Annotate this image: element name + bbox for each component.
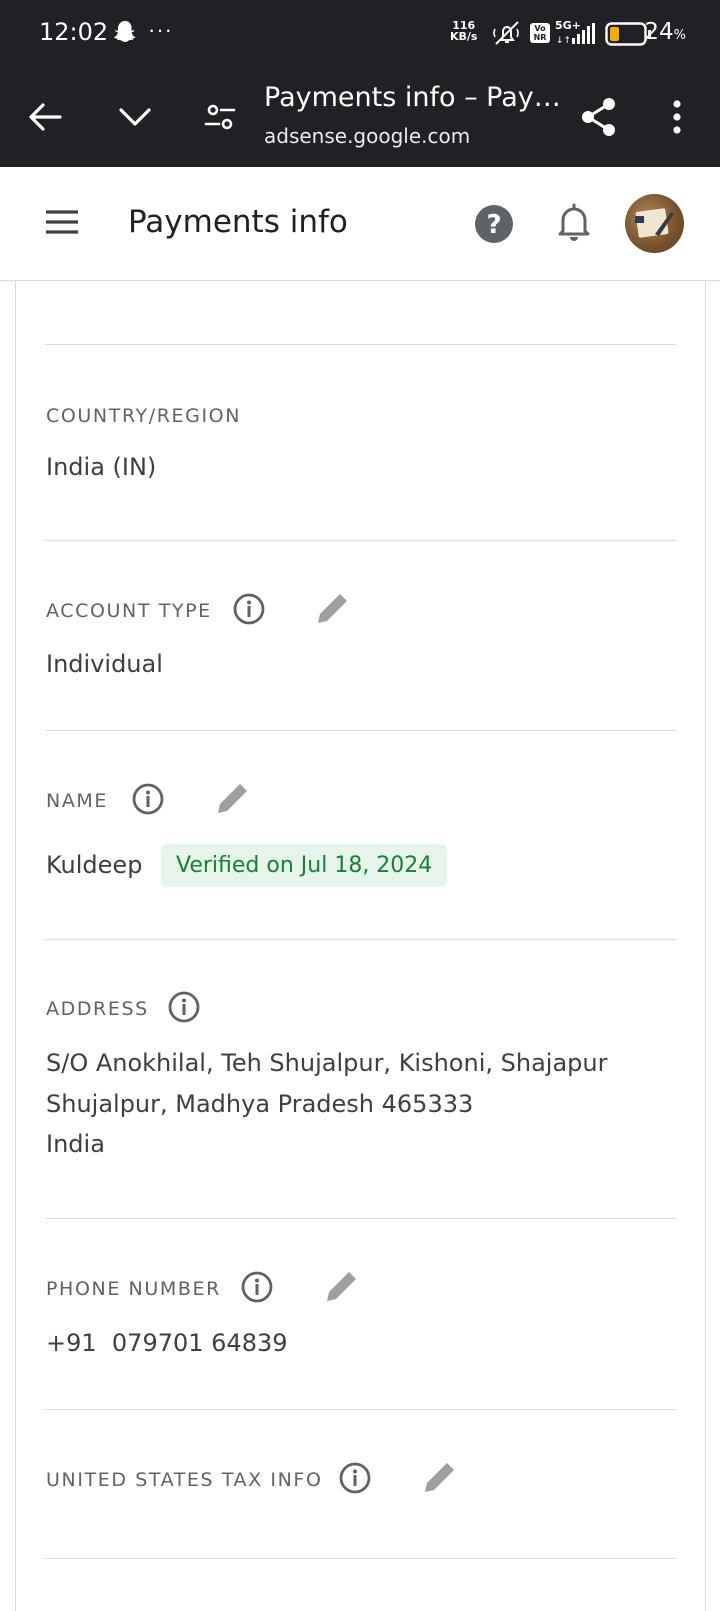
more-notifications-icon: ··· [148,17,173,42]
account-type-label: ACCOUNT TYPE [46,600,212,622]
divider [45,344,676,345]
url-domain[interactable]: adsense.google.com [264,124,470,148]
back-arrow-icon[interactable] [22,66,68,167]
network-speed: 116 KB/s [450,20,477,42]
edit-pencil-icon[interactable] [315,590,351,631]
help-icon[interactable]: ? [474,204,514,249]
address-label: ADDRESS [46,998,149,1020]
country-label: COUNTRY/REGION [46,405,242,427]
divider [45,1409,676,1410]
info-icon[interactable] [168,991,200,1028]
info-icon[interactable] [339,1462,371,1499]
app-header: Payments info ? [0,167,720,281]
battery-percent: 24% [644,19,686,45]
signal-icon: ↓↑ [556,23,598,50]
info-icon[interactable] [241,1271,273,1308]
share-icon[interactable] [575,66,623,167]
phone-value: +91 079701 64839 [46,1329,288,1357]
menu-icon[interactable] [45,209,79,240]
info-icon[interactable] [233,593,265,630]
battery-percent-symbol: % [673,28,686,43]
address-line: S/O Anokhilal, Teh Shujalpur, Kishoni, S… [46,1049,608,1077]
chevron-down-icon[interactable] [112,66,158,167]
address-line: Shujalpur, Madhya Pradesh 465333 [46,1090,474,1118]
divider [45,540,676,541]
battery-percent-value: 24 [644,19,674,45]
info-icon[interactable] [132,783,164,820]
page-title: Payments info [128,204,348,240]
edit-pencil-icon[interactable] [422,1459,458,1500]
tune-icon[interactable] [199,66,241,167]
network-speed-unit: KB/s [450,30,478,43]
name-value: Kuldeep [46,851,143,879]
bell-icon[interactable] [557,202,591,247]
avatar[interactable] [625,194,684,253]
us-tax-label: UNITED STATES TAX INFO [46,1469,323,1491]
country-value: India (IN) [46,453,157,481]
svg-text:↓↑: ↓↑ [556,36,571,45]
address-line: India [46,1130,105,1158]
name-label: NAME [46,790,109,812]
verified-badge: Verified on Jul 18, 2024 [161,844,448,887]
tab-title[interactable]: Payments info – Pay… [264,82,561,113]
snapchat-ghost-icon [113,20,136,49]
divider [45,730,676,731]
account-type-value: Individual [46,650,163,678]
browser-toolbar: Payments info – Pay… adsense.google.com [0,66,720,167]
status-bar: 12:02 ··· 116 KB/s Vo NR 5G+ ↓↑ 24% [0,0,720,66]
status-time: 12:02 [39,18,109,46]
status-indicators: 116 KB/s Vo NR 5G+ ↓↑ 24% [420,0,720,66]
svg-text:?: ? [486,210,501,240]
divider [45,1218,676,1219]
divider [45,939,676,940]
edit-pencil-icon[interactable] [324,1268,360,1309]
more-vert-icon[interactable] [662,66,692,167]
phone-label: PHONE NUMBER [46,1278,221,1300]
volte-icon: Vo NR [530,23,550,43]
silent-mode-icon [492,20,522,51]
edit-pencil-icon[interactable] [215,780,251,821]
divider [45,1558,676,1559]
